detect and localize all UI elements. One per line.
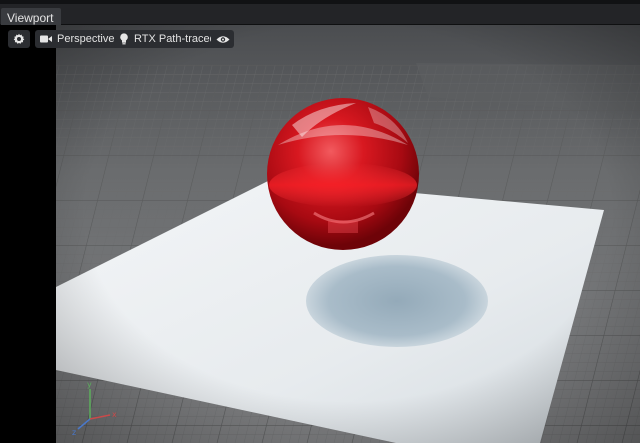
- render-mode-label: RTX Path-traced: [134, 33, 216, 45]
- gizmo-x-label: x: [112, 410, 117, 419]
- vignette: [56, 25, 640, 443]
- scene-render: y x z: [56, 25, 640, 443]
- render-mode-dropdown[interactable]: RTX Path-traced: [114, 30, 222, 48]
- camera-label: Perspective: [57, 33, 115, 45]
- viewport-canvas[interactable]: y x z: [56, 25, 640, 443]
- left-panel: [0, 25, 56, 443]
- gear-icon: [13, 33, 25, 45]
- video-camera-icon: [40, 34, 52, 44]
- camera-dropdown[interactable]: Perspective: [35, 30, 121, 48]
- settings-button[interactable]: [8, 30, 30, 48]
- gizmo-y-label: y: [87, 380, 92, 389]
- tab-bar: Viewport: [0, 4, 640, 28]
- lightbulb-icon: [119, 33, 129, 45]
- visibility-button[interactable]: [211, 30, 234, 48]
- gizmo-z-label: z: [72, 428, 76, 437]
- eye-icon: [216, 35, 230, 44]
